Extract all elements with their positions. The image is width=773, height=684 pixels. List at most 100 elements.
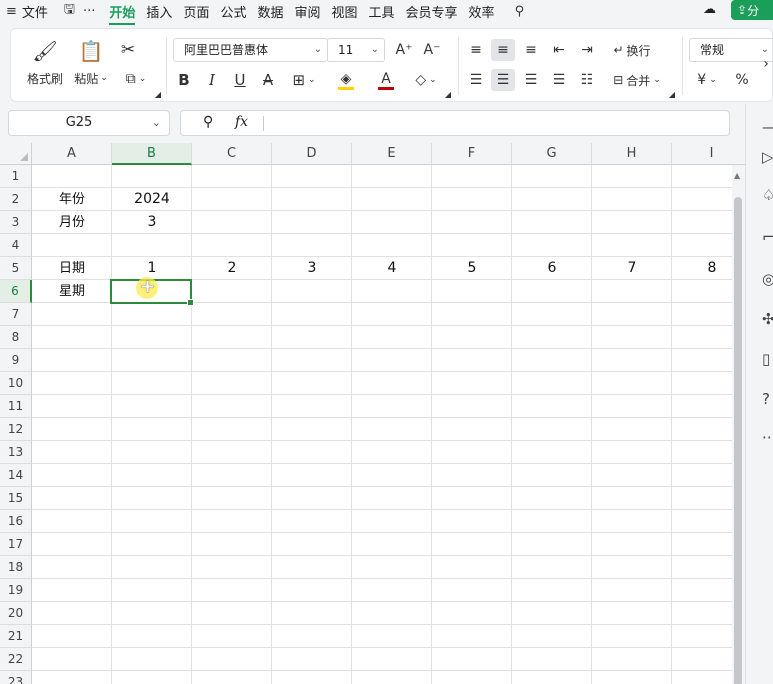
column-header-c[interactable]: C xyxy=(192,143,272,165)
file-icon[interactable]: ▯ xyxy=(762,350,770,368)
cell-f5[interactable]: 5 xyxy=(432,257,512,280)
underline-icon[interactable]: U xyxy=(229,69,251,91)
row-header-9[interactable]: 9 xyxy=(0,349,32,372)
row-header-5[interactable]: 5 xyxy=(0,257,32,280)
formula-bar[interactable]: ⚲ fx xyxy=(180,110,730,136)
vertical-scrollbar[interactable]: ▲ xyxy=(732,165,745,684)
row-header-21[interactable]: 21 xyxy=(0,625,32,648)
row-header-6[interactable]: 6 xyxy=(0,280,32,303)
more-icon[interactable]: ··· xyxy=(83,4,95,19)
scroll-up-icon[interactable]: ▲ xyxy=(734,171,740,180)
currency-button[interactable]: ¥ ⌄ xyxy=(691,69,723,91)
row-header-3[interactable]: 3 xyxy=(0,211,32,234)
row-header-10[interactable]: 10 xyxy=(0,372,32,395)
format-painter-icon[interactable]: 🖌 xyxy=(32,39,57,63)
row-header-19[interactable]: 19 xyxy=(0,579,32,602)
row-header-7[interactable]: 7 xyxy=(0,303,32,326)
column-header-d[interactable]: D xyxy=(272,143,352,165)
tab-insert[interactable]: 插入 xyxy=(146,2,178,21)
row-header-13[interactable]: 13 xyxy=(0,441,32,464)
column-header-i[interactable]: I xyxy=(672,143,745,165)
cell-e5[interactable]: 4 xyxy=(352,257,432,280)
dialog-launcher-icon[interactable]: ◢ xyxy=(153,89,163,99)
cell-d5[interactable]: 3 xyxy=(272,257,352,280)
tools-icon[interactable]: ✣ xyxy=(762,310,773,328)
ribbon-scroll-right-icon[interactable]: › xyxy=(759,53,773,75)
increase-font-icon[interactable]: A⁺ xyxy=(393,39,415,61)
align-center-icon[interactable]: ☰ xyxy=(491,69,515,91)
row-header-14[interactable]: 14 xyxy=(0,464,32,487)
more-options-icon[interactable]: ⋯ xyxy=(762,428,773,446)
align-top-icon[interactable]: ≡ xyxy=(464,39,488,61)
fill-color-icon[interactable]: ◈ xyxy=(329,69,363,91)
justify-icon[interactable]: ☰ xyxy=(547,69,571,91)
select-pointer-icon[interactable]: ▷ xyxy=(762,148,773,166)
row-header-4[interactable]: 4 xyxy=(0,234,32,257)
row-header-12[interactable]: 12 xyxy=(0,418,32,441)
cell-a5[interactable]: 日期 xyxy=(32,257,112,280)
tab-formula[interactable]: 公式 xyxy=(220,2,252,21)
row-header-17[interactable]: 17 xyxy=(0,533,32,556)
tab-page[interactable]: 页面 xyxy=(183,2,215,21)
font-color-icon[interactable]: A xyxy=(369,69,403,91)
cloud-icon[interactable]: ☁ xyxy=(703,2,716,17)
share-button[interactable]: ⇪ 分 xyxy=(731,0,773,20)
cell-a3[interactable]: 月份 xyxy=(32,211,112,234)
clear-format-icon[interactable]: ◇ ⌄ xyxy=(409,69,443,91)
copy-icon[interactable]: ⧉ ⌄ xyxy=(119,69,153,89)
function-icon[interactable]: fx xyxy=(235,114,248,130)
menu-file[interactable]: 文件 xyxy=(22,2,54,21)
save-icon[interactable]: 🖫 xyxy=(64,0,75,22)
tab-efficiency[interactable]: 效率 xyxy=(469,2,501,21)
column-header-f[interactable]: F xyxy=(432,143,512,165)
palette-icon[interactable]: ◎ xyxy=(762,270,773,288)
decrease-indent-icon[interactable]: ⇤ xyxy=(547,39,571,61)
wrap-text-button[interactable]: ↵ 换行 xyxy=(607,39,657,61)
align-bottom-icon[interactable]: ≡ xyxy=(519,39,543,61)
font-size-select[interactable]: 11 ⌄ xyxy=(327,38,385,62)
row-header-8[interactable]: 8 xyxy=(0,326,32,349)
strikethrough-icon[interactable]: A xyxy=(257,69,279,91)
tab-home[interactable]: 开始 xyxy=(109,2,141,25)
search-icon[interactable]: ⚲ xyxy=(515,4,525,19)
cell-b2[interactable]: 2024 xyxy=(112,188,192,211)
row-header-20[interactable]: 20 xyxy=(0,602,32,625)
tab-member[interactable]: 会员专享 xyxy=(406,2,464,21)
row-header-15[interactable]: 15 xyxy=(0,487,32,510)
column-header-b[interactable]: B xyxy=(112,143,192,165)
column-header-e[interactable]: E xyxy=(352,143,432,165)
cell-h5[interactable]: 7 xyxy=(592,257,672,280)
align-right-icon[interactable]: ☰ xyxy=(519,69,543,91)
increase-indent-icon[interactable]: ⇥ xyxy=(575,39,599,61)
borders-icon[interactable]: ⊞ ⌄ xyxy=(287,69,321,91)
spreadsheet-grid[interactable]: A B C D E F G H I 1 2 3 4 5 6 7 8 9 10 11 12 13 14 15 1… xyxy=(0,143,745,684)
tab-data[interactable]: 数据 xyxy=(257,2,289,21)
decrease-font-icon[interactable]: A⁻ xyxy=(421,39,443,61)
tab-review[interactable]: 审阅 xyxy=(294,2,326,21)
name-box[interactable]: G25 ⌄ xyxy=(8,110,170,136)
hamburger-menu-icon[interactable]: ≡ xyxy=(6,4,17,19)
help-icon[interactable]: ? xyxy=(762,390,770,408)
zoom-icon[interactable]: ⚲ xyxy=(203,114,213,130)
row-header-22[interactable]: 22 xyxy=(0,648,32,671)
merge-button[interactable]: ⊟ 合并 ⌄ xyxy=(607,69,667,91)
row-header-18[interactable]: 18 xyxy=(0,556,32,579)
collapse-panel-icon[interactable]: — xyxy=(762,118,773,136)
cell-c5[interactable]: 2 xyxy=(192,257,272,280)
bold-icon[interactable]: B xyxy=(173,69,195,91)
select-all-corner[interactable] xyxy=(0,143,32,165)
scrollbar-thumb[interactable] xyxy=(734,197,742,684)
tab-tools[interactable]: 工具 xyxy=(369,2,401,21)
distributed-icon[interactable]: ☷ xyxy=(575,69,599,91)
row-header-1[interactable]: 1 xyxy=(0,165,32,188)
crop-icon[interactable]: ⌐ xyxy=(762,228,773,246)
cut-icon[interactable]: ✂ xyxy=(117,39,139,61)
dialog-launcher-icon[interactable]: ◢ xyxy=(443,89,453,99)
row-header-2[interactable]: 2 xyxy=(0,188,32,211)
cell-g5[interactable]: 6 xyxy=(512,257,592,280)
paste-button[interactable]: 粘贴 ⌄ xyxy=(71,69,111,87)
column-header-g[interactable]: G xyxy=(512,143,592,165)
percent-button[interactable]: % xyxy=(731,69,753,91)
italic-icon[interactable]: I xyxy=(201,69,223,91)
row-header-23[interactable]: 23 xyxy=(0,671,32,684)
